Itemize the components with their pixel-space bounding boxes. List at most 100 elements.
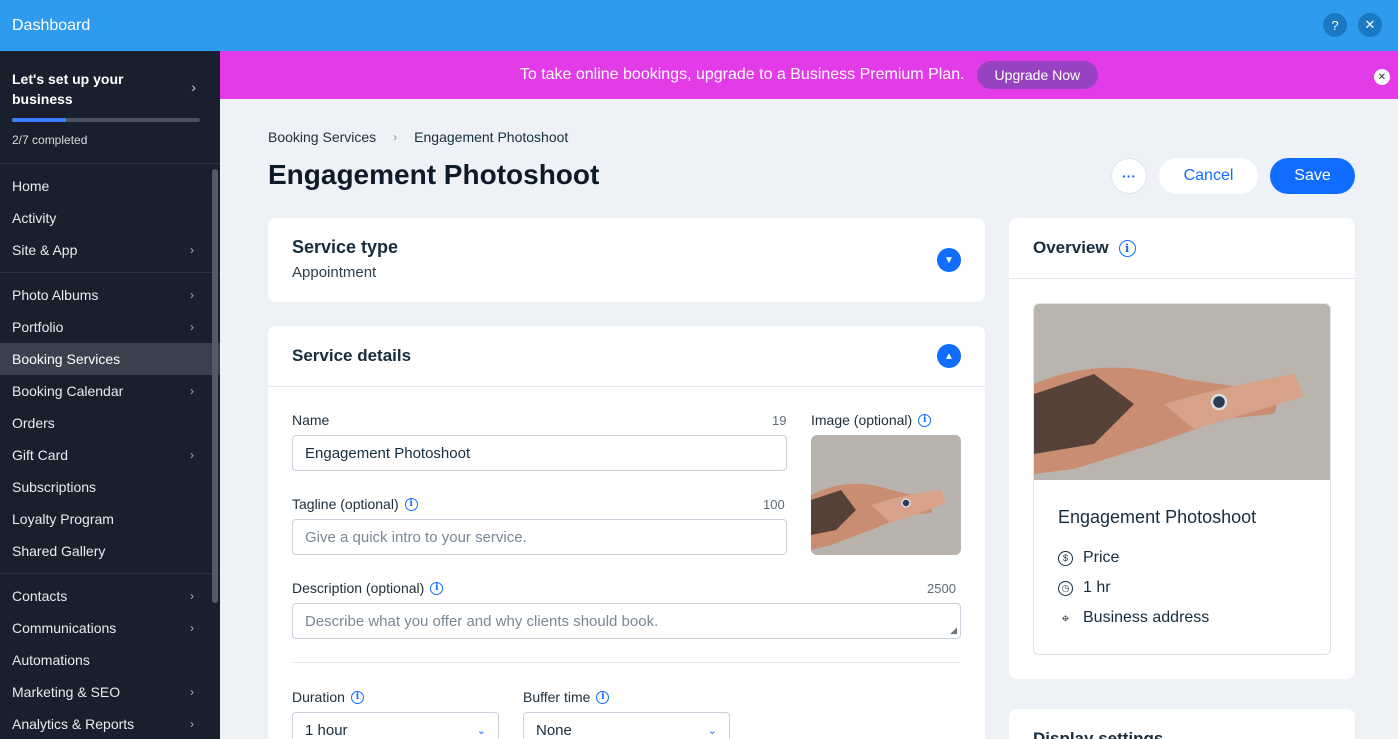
- dashboard-title[interactable]: Dashboard: [12, 17, 90, 35]
- sidebar-item-site-app[interactable]: Site & App ›: [0, 234, 220, 266]
- sidebar-item-label: Activity: [12, 210, 57, 226]
- chevron-right-icon: ›: [190, 448, 194, 462]
- display-settings-title: Display settings: [1033, 729, 1164, 739]
- sidebar-item-label: Booking Calendar: [12, 383, 124, 399]
- overview-preview: Engagement Photoshoot $ Price ◷ 1 hr ⌖ Busi…: [1033, 303, 1331, 655]
- sidebar-item-photo-albums[interactable]: Photo Albums ›: [0, 279, 220, 311]
- chevron-down-icon[interactable]: ▼: [937, 248, 961, 272]
- sidebar-item-label: Subscriptions: [12, 479, 97, 495]
- more-actions-button[interactable]: ···: [1111, 158, 1147, 194]
- overview-price: Price: [1083, 549, 1120, 566]
- sidebar-item-orders[interactable]: Orders: [0, 407, 220, 439]
- sidebar-item-label: Site & App: [12, 242, 78, 258]
- chevron-right-icon: ›: [190, 589, 194, 603]
- service-details-header[interactable]: Service details ▲: [268, 326, 985, 387]
- duration-label: Duration i: [292, 689, 364, 705]
- setup-widget[interactable]: Let's set up your business › 2/7 complet…: [0, 51, 220, 164]
- description-label-text: Description (optional): [292, 580, 425, 596]
- chevron-right-icon: ›: [191, 79, 196, 95]
- tagline-input[interactable]: Give a quick intro to your service.: [292, 519, 787, 555]
- sidebar-item-activity[interactable]: Activity: [0, 202, 220, 234]
- breadcrumb: Booking Services › Engagement Photoshoot: [268, 129, 568, 145]
- chevron-right-icon: ›: [190, 717, 194, 731]
- display-settings-card[interactable]: Display settings: [1009, 709, 1355, 739]
- sidebar-scrollbar[interactable]: [212, 169, 218, 603]
- buffer-select[interactable]: None ⌄: [523, 712, 730, 739]
- resize-handle-icon[interactable]: ◢: [950, 625, 957, 636]
- sidebar-item-automations[interactable]: Automations: [0, 644, 220, 676]
- sidebar-item-loyalty-program[interactable]: Loyalty Program: [0, 503, 220, 535]
- sidebar-item-contacts[interactable]: Contacts ›: [0, 580, 220, 612]
- sidebar-item-shared-gallery[interactable]: Shared Gallery: [0, 535, 220, 567]
- close-icon[interactable]: ✕: [1358, 13, 1382, 37]
- sidebar: Let's set up your business › 2/7 complet…: [0, 51, 220, 739]
- sidebar-item-label: Home: [12, 178, 50, 194]
- name-input[interactable]: Engagement Photoshoot: [292, 435, 787, 471]
- clock-icon: ◷: [1058, 580, 1073, 596]
- sidebar-item-booking-services[interactable]: Booking Services: [0, 343, 220, 375]
- sidebar-item-marketing-seo[interactable]: Marketing & SEO ›: [0, 676, 220, 708]
- buffer-label-text: Buffer time: [523, 689, 591, 705]
- sidebar-item-label: Portfolio: [12, 319, 64, 335]
- chevron-up-icon[interactable]: ▲: [937, 344, 961, 368]
- close-icon[interactable]: ✕: [1374, 69, 1390, 85]
- service-details-card: Service details ▲ Name 19 Engagement Pho…: [268, 326, 985, 739]
- divider: [292, 662, 961, 663]
- image-label-text: Image (optional): [811, 412, 913, 428]
- description-placeholder: Describe what you offer and why clients …: [305, 612, 659, 630]
- dollar-icon: $: [1058, 550, 1073, 566]
- service-type-card[interactable]: Service type Appointment ▼: [268, 218, 985, 302]
- overview-location-row: ⌖ Business address: [1058, 609, 1210, 627]
- sidebar-item-subscriptions[interactable]: Subscriptions: [0, 471, 220, 503]
- duration-select[interactable]: 1 hour ⌄: [292, 712, 499, 739]
- sidebar-item-analytics-reports[interactable]: Analytics & Reports ›: [0, 708, 220, 739]
- info-icon[interactable]: i: [1118, 239, 1136, 257]
- info-icon[interactable]: i: [596, 690, 610, 704]
- sidebar-item-label: Contacts: [12, 588, 68, 604]
- overview-location: Business address: [1083, 609, 1210, 626]
- sidebar-item-home[interactable]: Home: [0, 170, 220, 202]
- overview-header: Overview i: [1009, 218, 1355, 279]
- sidebar-item-label: Communications: [12, 620, 117, 636]
- sidebar-group: Photo Albums › Portfolio › Booking Services B…: [0, 273, 220, 574]
- save-button[interactable]: Save: [1270, 158, 1355, 194]
- sidebar-item-label: Analytics & Reports: [12, 716, 135, 732]
- chevron-down-icon: ⌄: [476, 724, 486, 737]
- tagline-label: Tagline (optional) i: [292, 496, 418, 512]
- sidebar-group: Contacts › Communications › Automations Marke…: [0, 574, 220, 739]
- question-icon[interactable]: ?: [1323, 13, 1347, 37]
- sidebar-item-label: Photo Albums: [12, 287, 99, 303]
- service-image-thumbnail[interactable]: [811, 435, 961, 555]
- cancel-button[interactable]: Cancel: [1159, 158, 1258, 194]
- page-title: Engagement Photoshoot: [268, 159, 600, 190]
- info-icon[interactable]: i: [404, 497, 418, 511]
- description-label: Description (optional) i: [292, 580, 444, 596]
- overview-duration: 1 hr: [1083, 579, 1111, 596]
- sidebar-item-label: Orders: [12, 415, 55, 431]
- sidebar-item-portfolio[interactable]: Portfolio ›: [0, 311, 220, 343]
- breadcrumb-parent[interactable]: Booking Services: [268, 129, 376, 145]
- sidebar-item-label: Marketing & SEO: [12, 684, 121, 700]
- name-char-count: 19: [772, 413, 787, 428]
- chevron-right-icon: ›: [190, 384, 194, 398]
- sidebar-item-communications[interactable]: Communications ›: [0, 612, 220, 644]
- chevron-right-icon: ›: [190, 320, 194, 334]
- sidebar-item-gift-card[interactable]: Gift Card ›: [0, 439, 220, 471]
- overview-image: [1034, 304, 1330, 480]
- description-char-count: 2500: [927, 581, 956, 596]
- tagline-char-count: 100: [763, 497, 785, 512]
- duration-label-text: Duration: [292, 689, 345, 705]
- info-icon[interactable]: i: [350, 690, 364, 704]
- setup-progress-text: 2/7 completed: [12, 133, 88, 147]
- description-textarea[interactable]: Describe what you offer and why clients …: [292, 603, 961, 639]
- tagline-label-text: Tagline (optional): [292, 496, 399, 512]
- chevron-right-icon: ›: [393, 130, 398, 144]
- sidebar-item-booking-calendar[interactable]: Booking Calendar ›: [0, 375, 220, 407]
- upgrade-now-button[interactable]: Upgrade Now: [976, 61, 1099, 89]
- info-icon[interactable]: i: [430, 581, 444, 595]
- sidebar-item-label: Shared Gallery: [12, 543, 106, 559]
- info-icon[interactable]: i: [918, 413, 932, 427]
- buffer-value: None: [536, 721, 572, 739]
- top-bar-icons: ? ✕: [1323, 13, 1382, 37]
- chevron-right-icon: ›: [190, 685, 194, 699]
